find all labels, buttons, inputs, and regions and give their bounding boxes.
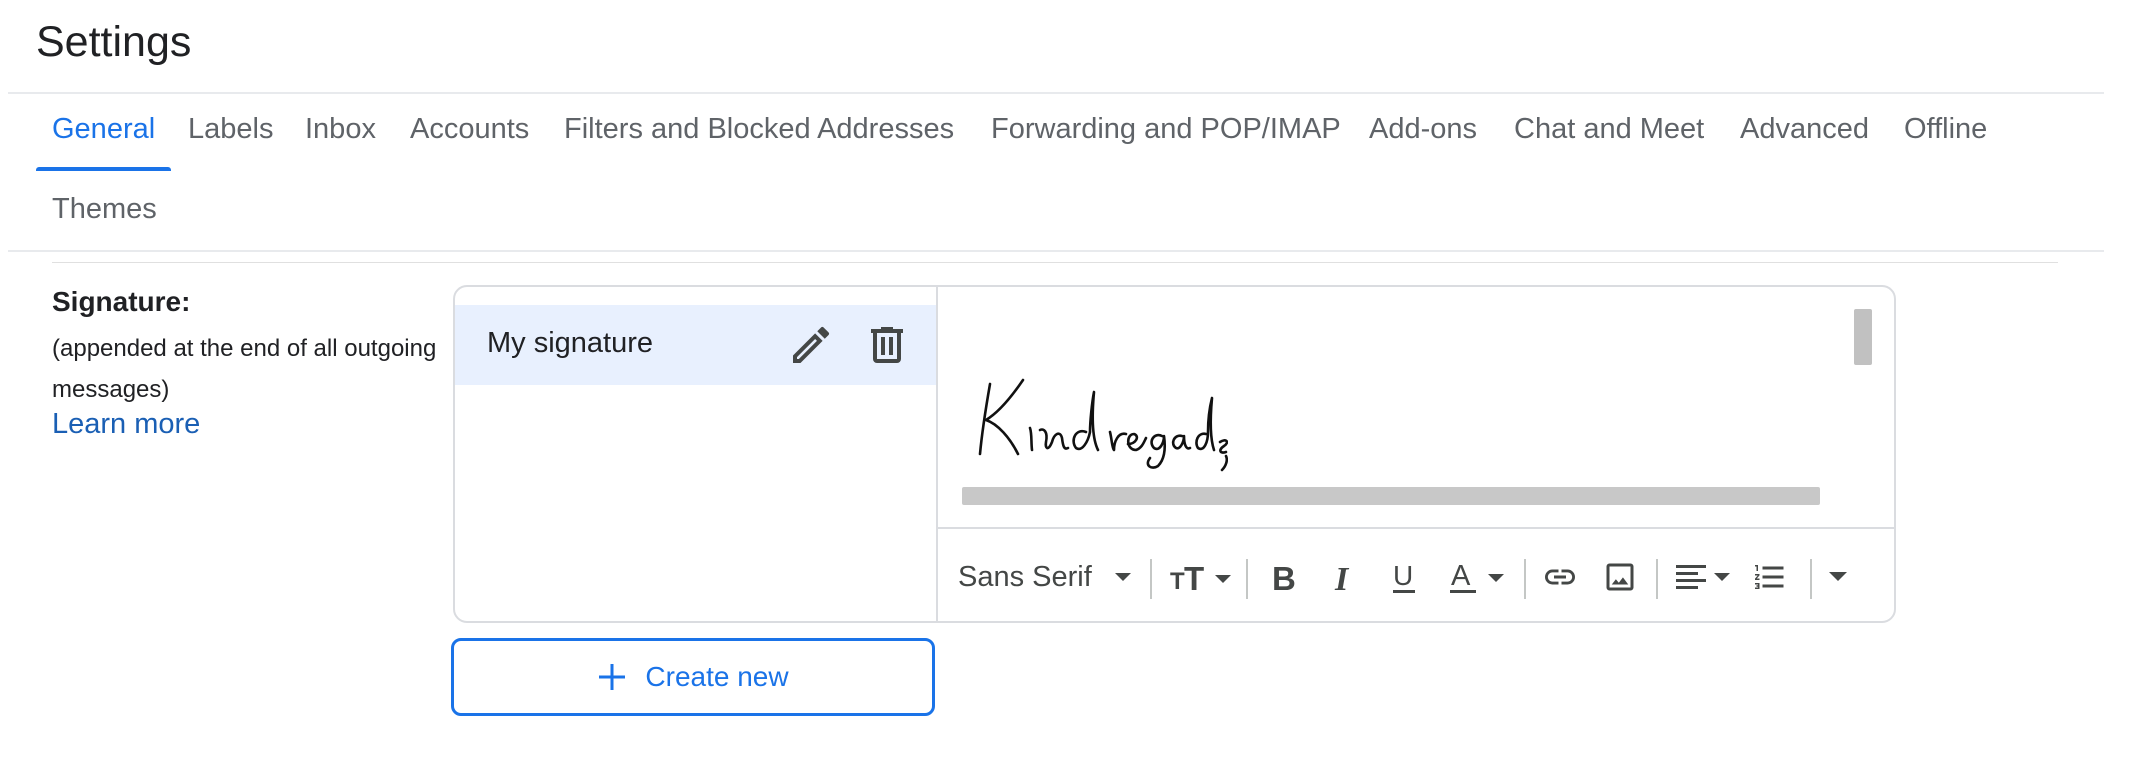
dropdown-arrow-icon — [1114, 573, 1131, 581]
toolbar-separator — [1656, 559, 1658, 599]
svg-text:U: U — [1393, 560, 1413, 591]
signature-list: My signature — [455, 287, 938, 621]
toolbar-separator — [1524, 559, 1526, 599]
handwritten-signature-image — [978, 378, 1228, 472]
tab-addons[interactable]: Add-ons — [1369, 113, 1477, 146]
image-icon[interactable] — [1602, 555, 1638, 599]
plus-icon — [599, 664, 626, 690]
font-family-label: Sans Serif — [958, 560, 1092, 593]
active-tab-indicator — [36, 167, 171, 171]
tab-general[interactable]: General — [52, 113, 155, 146]
delete-icon[interactable] — [863, 321, 911, 369]
create-new-label: Create new — [645, 661, 789, 692]
tab-advanced[interactable]: Advanced — [1740, 113, 1869, 146]
svg-text:B: B — [1272, 560, 1296, 595]
align-icon[interactable] — [1674, 555, 1738, 599]
svg-text:T: T — [1170, 568, 1185, 595]
signature-name: My signature — [487, 327, 654, 359]
signature-description: (appended at the end of all outgoing mes… — [52, 335, 437, 403]
svg-text:T: T — [1184, 560, 1204, 595]
tab-filters[interactable]: Filters and Blocked Addresses — [564, 113, 954, 146]
signature-label: Signature: — [52, 286, 191, 317]
signature-panel: My signature Sans Serif T T B I U A — [453, 285, 1896, 623]
tab-forwarding[interactable]: Forwarding and POP/IMAP — [991, 113, 1341, 146]
create-new-button[interactable]: Create new — [451, 638, 935, 716]
tab-chat-meet[interactable]: Chat and Meet — [1514, 113, 1704, 146]
toolbar-separator — [1150, 559, 1152, 599]
formatting-toolbar: Sans Serif T T B I U A — [938, 527, 1894, 621]
toolbar-separator — [1810, 559, 1812, 599]
page-title: Settings — [36, 18, 192, 66]
signature-editor[interactable] — [938, 287, 1894, 527]
numbered-list-icon[interactable] — [1752, 555, 1788, 599]
vertical-scrollbar[interactable] — [1854, 309, 1872, 365]
svg-text:A: A — [1451, 560, 1471, 592]
divider — [8, 92, 2104, 94]
link-icon[interactable] — [1540, 555, 1580, 599]
text-color-icon[interactable]: A — [1448, 555, 1512, 599]
horizontal-scrollbar[interactable] — [962, 487, 1820, 505]
divider — [52, 262, 2058, 263]
tab-labels[interactable]: Labels — [188, 113, 273, 146]
signature-list-item[interactable]: My signature — [455, 305, 936, 385]
tab-accounts[interactable]: Accounts — [410, 113, 529, 146]
toolbar-separator — [1246, 559, 1248, 599]
bold-icon[interactable]: B — [1268, 555, 1302, 599]
tab-offline[interactable]: Offline — [1904, 113, 1987, 146]
more-formatting-icon[interactable] — [1826, 555, 1850, 599]
learn-more-link[interactable]: Learn more — [52, 408, 200, 441]
italic-icon[interactable]: I — [1328, 555, 1362, 599]
divider — [8, 250, 2104, 252]
text-size-icon[interactable]: T T — [1170, 555, 1234, 599]
tab-themes[interactable]: Themes — [52, 193, 157, 226]
tab-inbox[interactable]: Inbox — [305, 113, 376, 146]
font-family-select[interactable]: Sans Serif — [958, 555, 1132, 599]
svg-text:I: I — [1334, 561, 1350, 595]
edit-icon[interactable] — [787, 321, 835, 369]
underline-icon[interactable]: U — [1388, 555, 1422, 599]
